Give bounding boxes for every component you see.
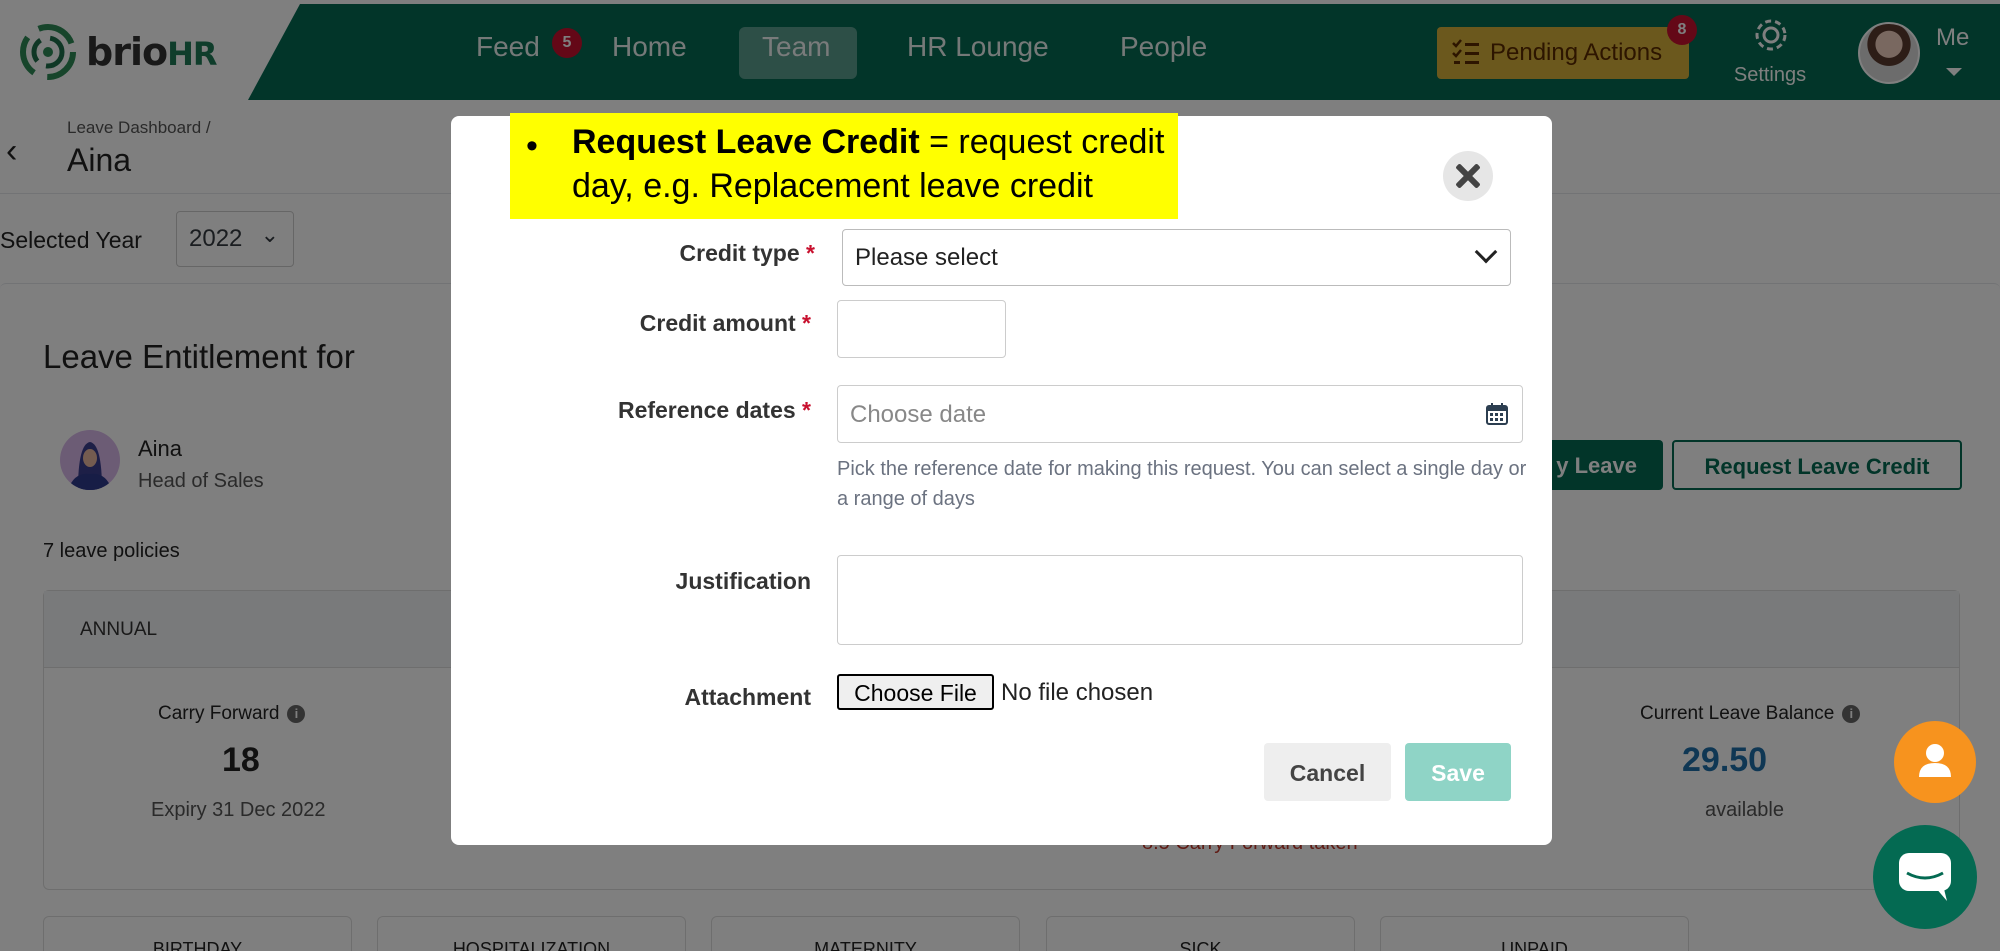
annotation-callout: • Request Leave Credit = request credit … xyxy=(510,113,1178,219)
reference-dates-placeholder: Choose date xyxy=(850,401,987,428)
reference-dates-input[interactable]: Choose date xyxy=(837,385,1523,443)
choose-file-button[interactable]: Choose File xyxy=(837,674,994,710)
chevron-down-icon xyxy=(1474,240,1498,264)
user-help-fab[interactable] xyxy=(1894,721,1976,803)
chat-bubble-icon xyxy=(1899,853,1951,901)
person-icon xyxy=(1919,744,1951,777)
credit-amount-label: Credit amount * xyxy=(639,310,811,336)
credit-amount-input[interactable] xyxy=(837,300,1006,358)
attachment-label: Attachment xyxy=(684,684,811,710)
credit-type-select[interactable]: Please select xyxy=(842,229,1511,286)
chat-fab[interactable] xyxy=(1873,825,1977,929)
close-icon[interactable] xyxy=(1443,151,1493,201)
file-status-text: No file chosen xyxy=(1001,679,1154,706)
callout-line-1: Request Leave Credit = request credit xyxy=(572,123,1165,161)
reference-dates-label: Reference dates * xyxy=(617,397,811,423)
credit-type-select-value: Please select xyxy=(855,244,998,271)
justification-label: Justification xyxy=(675,568,811,594)
reference-dates-help-text: Pick the reference date for making this … xyxy=(837,458,1527,510)
bullet-icon: • xyxy=(526,127,538,165)
save-button[interactable]: Save xyxy=(1405,743,1511,801)
calendar-icon[interactable] xyxy=(1486,403,1508,425)
callout-line-2: day, e.g. Replacement leave credit xyxy=(572,167,1093,205)
credit-type-label: Credit type * xyxy=(679,240,815,266)
justification-textarea[interactable] xyxy=(837,555,1523,645)
cancel-button[interactable]: Cancel xyxy=(1264,743,1391,801)
